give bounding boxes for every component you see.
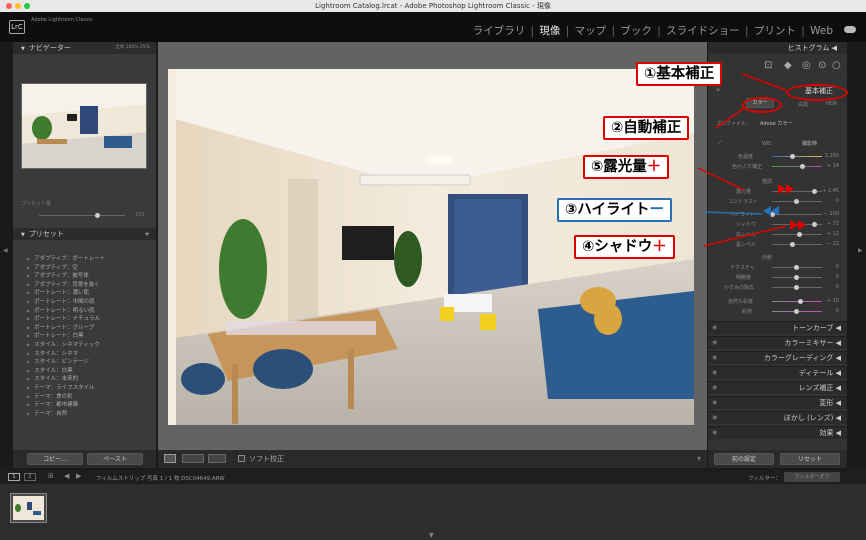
connector-basic [741, 73, 787, 91]
highlights-minus-arrow-icon [763, 206, 771, 216]
connector-highlights [703, 211, 763, 215]
exposure-plus-arrow-icon [778, 184, 786, 194]
annotation-connectors [697, 73, 787, 247]
highlights-minus-arrow-icon [771, 206, 779, 216]
connector-shadows [703, 225, 787, 247]
connector-exposure [697, 167, 745, 191]
exposure-plus-arrow-icon [786, 184, 794, 194]
shadows-plus-arrow-icon [790, 220, 798, 230]
connector-auto [715, 107, 745, 129]
shadows-plus-arrow-icon [798, 220, 806, 230]
